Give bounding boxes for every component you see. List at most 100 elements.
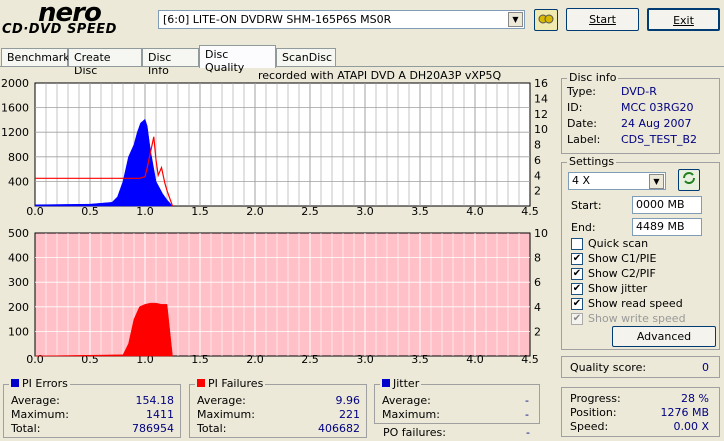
x-tick-label: 3.0 [356, 353, 374, 366]
jitter-color-icon [382, 379, 390, 387]
quality-score-value: 0 [702, 361, 709, 374]
y2-tick-label: 10 [534, 227, 548, 240]
pi-failures-average: 9.96 [335, 394, 361, 407]
recorded-with-label: recorded with ATAPI DVD A DH20A3P vXP5Q [258, 69, 502, 82]
y-tick-label: 1600 [1, 102, 29, 115]
y-tick-label: 2000 [1, 77, 29, 90]
jitter-group: Jitter Average: - Maximum: - [374, 377, 540, 424]
advanced-button[interactable]: Advanced [612, 326, 716, 347]
pi-failures-maximum-label: Maximum: [197, 408, 255, 421]
quality-score-label: Quality score: [570, 361, 647, 374]
pi-errors-total: 786954 [132, 422, 174, 435]
drive-select-value: [6:0] LITE-ON DVDRW SHM-165P6S MS0R [163, 13, 392, 26]
option-checkbox-1[interactable]: ✔ [571, 253, 583, 265]
start-mb-input[interactable]: 0000 MB [632, 196, 702, 214]
drive-refresh-icon [538, 14, 554, 24]
option-checkbox-2[interactable]: ✔ [571, 268, 583, 280]
chevron-down-icon[interactable]: ▼ [508, 12, 523, 27]
speed-value: 0.00 X [673, 420, 709, 433]
tab-disc-quality[interactable]: Disc Quality [199, 45, 276, 74]
pi-failures-color-icon [197, 379, 205, 387]
tab-benchmark[interactable]: Benchmark [1, 48, 70, 67]
progress-value: 28 % [681, 392, 709, 405]
settings-group: Settings 4 X ▼ Start: 0000 MB End: 4489 … [561, 155, 720, 350]
pi-failures-maximum: 221 [339, 408, 360, 421]
y-tick-label: 800 [8, 151, 29, 164]
y2-tick-label: 12 [534, 108, 548, 121]
disc-date-value: 24 Aug 2007 [621, 117, 692, 130]
pi-errors-title: PI Errors [9, 377, 70, 390]
x-tick-label: 4.5 [521, 353, 539, 366]
pi-errors-average: 154.18 [135, 394, 175, 407]
y-tick-label: 1200 [1, 126, 29, 139]
option-checkbox-5[interactable]: ✔ [571, 313, 583, 325]
option-label-3: Show jitter [588, 282, 648, 295]
pi-errors-maximum-label: Maximum: [11, 408, 69, 421]
y-tick-label: 500 [8, 227, 29, 240]
x-tick-label: 2.0 [246, 205, 264, 218]
pi-errors-total-label: Total: [11, 422, 41, 435]
x-tick-label: 1.0 [136, 205, 154, 218]
end-mb-label: End: [571, 221, 596, 234]
y2-tick-label: 10 [534, 123, 548, 136]
x-tick-label: 1.5 [191, 353, 209, 366]
disc-id-value: MCC 03RG20 [621, 101, 694, 114]
y-tick-label: 400 [8, 252, 29, 265]
end-mb-input[interactable]: 4489 MB [632, 218, 702, 236]
disc-id-label: ID: [567, 101, 583, 114]
pi-failures-total: 406682 [318, 422, 360, 435]
tab-create-disc[interactable]: Create Disc [68, 48, 142, 77]
chart-plot-area-1 [34, 232, 531, 357]
chevron-down-icon[interactable]: ▼ [649, 174, 664, 189]
speed-select-value: 4 X [572, 174, 591, 187]
refresh-drive-button[interactable] [534, 9, 558, 31]
jitter-average-label: Average: [382, 394, 431, 407]
jitter-average: - [525, 394, 529, 407]
option-checkbox-0[interactable] [571, 238, 583, 250]
start-mb-label: Start: [571, 199, 602, 212]
exit-button[interactable]: Exit [647, 8, 720, 31]
pi-failures-group: PI Failures Average: 9.96 Maximum: 221 T… [189, 377, 367, 438]
x-tick-label: 4.0 [466, 205, 484, 218]
disc-date-label: Date: [567, 117, 597, 130]
pi-errors-maximum: 1411 [146, 408, 174, 421]
y2-tick-label: 4 [534, 169, 541, 182]
x-tick-label: 0.0 [26, 205, 44, 218]
x-tick-label: 1.5 [191, 205, 209, 218]
y-tick-label: 200 [8, 301, 29, 314]
charts-area: recorded with ATAPI DVD A DH20A3P vXP5Q … [1, 69, 548, 366]
jitter-maximum: - [525, 408, 529, 421]
tab-disc-info[interactable]: Disc Info [142, 48, 199, 77]
x-tick-label: 2.5 [301, 353, 319, 366]
option-label-0: Quick scan [588, 237, 649, 250]
x-tick-label: 3.5 [411, 205, 429, 218]
x-tick-label: 4.5 [521, 205, 539, 218]
progress-group: Progress: 28 % Position: 1276 MB Speed: … [561, 387, 720, 437]
jitter-title: Jitter [380, 377, 422, 390]
po-failures-label: PO failures: [383, 426, 446, 439]
option-checkbox-3[interactable]: ✔ [571, 283, 583, 295]
po-failures-value: - [526, 426, 530, 439]
pi-failures-average-label: Average: [197, 394, 246, 407]
x-tick-label: 4.0 [466, 353, 484, 366]
pi-errors-color-icon [11, 379, 19, 387]
drive-select[interactable]: [6:0] LITE-ON DVDRW SHM-165P6S MS0R ▼ [158, 10, 525, 29]
refresh-icon [683, 172, 695, 184]
disc-type-label: Type: [567, 85, 596, 98]
y2-tick-label: 8 [534, 252, 541, 265]
y2-tick-label: 2 [534, 185, 541, 198]
y2-tick-label: 6 [534, 276, 541, 289]
y-tick-label: 400 [8, 175, 29, 188]
x-tick-label: 3.0 [356, 205, 374, 218]
y2-tick-label: 4 [534, 301, 541, 314]
option-checkbox-4[interactable]: ✔ [571, 298, 583, 310]
tab-scandisc[interactable]: ScanDisc [276, 48, 336, 67]
speed-select[interactable]: 4 X ▼ [568, 172, 666, 190]
y2-tick-label: 6 [534, 154, 541, 167]
cd-dvd-speed-logo: CD·DVD SPEED [2, 22, 117, 37]
pi-failures-title: PI Failures [195, 377, 266, 390]
start-button[interactable]: Start [566, 8, 639, 31]
y2-tick-label: 14 [534, 92, 548, 105]
refresh-speed-button[interactable] [678, 169, 700, 191]
option-label-4: Show read speed [588, 297, 683, 310]
